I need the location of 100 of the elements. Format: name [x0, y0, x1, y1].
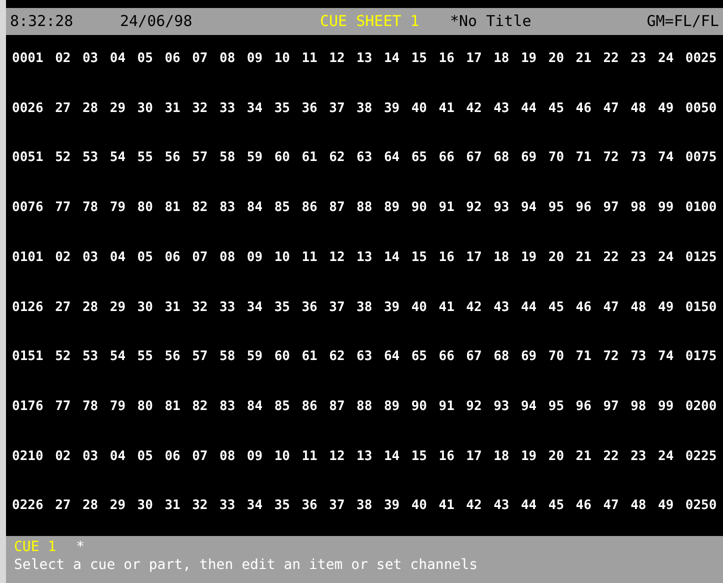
channel-number: 11: [302, 248, 318, 267]
channel-number: 0100: [685, 199, 717, 218]
channel-number: 12: [329, 448, 345, 466]
channel-number: 0175: [685, 348, 717, 366]
channel-number: 29: [110, 298, 126, 317]
channel-number: 34: [246, 497, 263, 516]
channel-number: 10: [274, 248, 290, 267]
channel-number: 06: [164, 248, 180, 267]
channel-number: 84: [246, 398, 263, 416]
channel-number: 17: [466, 248, 482, 267]
channel-number: 18: [494, 448, 510, 466]
channel-number: 29: [110, 497, 126, 516]
channel-number: 19: [520, 448, 537, 466]
channel-number: 32: [192, 298, 208, 317]
channel-number: 02: [55, 448, 71, 466]
channel-number: 41: [438, 100, 454, 118]
channel-number: 28: [82, 298, 98, 317]
channel-number: 54: [110, 348, 126, 366]
channel-number: 43: [494, 100, 510, 118]
channel-number: 80: [137, 199, 153, 218]
channel-number: 40: [411, 497, 427, 516]
channel-number: 0250: [685, 497, 717, 516]
channel-number: 30: [137, 298, 153, 317]
channel-number: 99: [658, 398, 674, 416]
channel-number: 93: [494, 398, 510, 416]
channel-number: 23: [630, 248, 646, 267]
channel-number: 94: [520, 398, 537, 416]
channel-number: 65: [411, 348, 427, 366]
channel-number: 53: [82, 149, 98, 168]
channel-number: 05: [137, 50, 153, 68]
channel-number: 24: [658, 248, 674, 267]
channel-number: 33: [220, 100, 236, 118]
channel-number: 06: [164, 50, 180, 68]
channel-number: 38: [356, 100, 372, 118]
channel-number: 74: [658, 149, 674, 168]
channel-number: 07: [192, 248, 208, 267]
channel-number: 86: [302, 398, 318, 416]
channel-number: 34: [246, 100, 263, 118]
channel-number: 08: [220, 248, 236, 267]
channel-number: 03: [82, 50, 98, 68]
channel-number: 79: [110, 398, 126, 416]
channel-number: 69: [520, 348, 537, 366]
channel-number: 64: [384, 149, 400, 168]
channel-number: 0026: [12, 100, 44, 118]
channel-number: 03: [82, 448, 98, 466]
channel-number: 95: [548, 398, 564, 416]
channel-number: 60: [274, 149, 290, 168]
channel-number: 88: [356, 398, 372, 416]
channel-number: 14: [384, 50, 400, 68]
channel-number: 27: [55, 497, 71, 516]
cue-label: CUE 1: [14, 538, 56, 556]
channel-number: 67: [466, 348, 482, 366]
channel-number: 95: [548, 199, 564, 218]
channel-number: 27: [55, 298, 71, 317]
channel-number: 53: [82, 348, 98, 366]
channel-number: 81: [164, 199, 180, 218]
channel-number: 46: [576, 497, 592, 516]
channel-number: 16: [438, 248, 454, 267]
channel-number: 45: [548, 497, 564, 516]
channel-number: 91: [438, 199, 454, 218]
channel-number: 30: [137, 497, 153, 516]
channel-number: 70: [548, 348, 564, 366]
channel-number: 40: [411, 298, 427, 317]
channel-number: 22: [603, 448, 619, 466]
channel-number: 92: [466, 398, 482, 416]
channel-number: 37: [329, 298, 345, 317]
sheet-title: CUE SHEET 1: [320, 11, 420, 32]
channel-number: 63: [356, 348, 372, 366]
channel-number: 45: [548, 100, 564, 118]
channel-number: 09: [246, 248, 263, 267]
channel-number: 04: [110, 248, 126, 267]
channel-number: 30: [137, 100, 153, 118]
channel-number: 89: [384, 398, 400, 416]
channel-number: 97: [603, 398, 619, 416]
channel-number: 21: [576, 50, 592, 68]
channel-number: 0210: [12, 448, 44, 466]
channel-number: 47: [603, 100, 619, 118]
channel-number: 20: [548, 50, 564, 68]
channel-number: 63: [356, 149, 372, 168]
channel-number: 82: [192, 398, 208, 416]
channel-number: 52: [55, 149, 71, 168]
channel-number: 13: [356, 448, 372, 466]
channel-number: 35: [274, 100, 290, 118]
channel-number: 0126: [12, 298, 44, 317]
channel-number: 99: [658, 199, 674, 218]
channel-number: 23: [630, 50, 646, 68]
channel-number: 38: [356, 298, 372, 317]
channel-number: 13: [356, 248, 372, 267]
channel-number: 39: [384, 497, 400, 516]
channel-number: 08: [220, 50, 236, 68]
channel-number: 0176: [12, 398, 44, 416]
channel-number: 07: [192, 50, 208, 68]
channel-number: 0226: [12, 497, 44, 516]
channel-number: 66: [438, 149, 454, 168]
channel-number: 58: [220, 348, 236, 366]
channel-number: 0075: [685, 149, 717, 168]
channel-number: 72: [603, 348, 619, 366]
channel-number: 0200: [685, 398, 717, 416]
channel-number: 08: [220, 448, 236, 466]
channel-number: 09: [246, 50, 263, 68]
